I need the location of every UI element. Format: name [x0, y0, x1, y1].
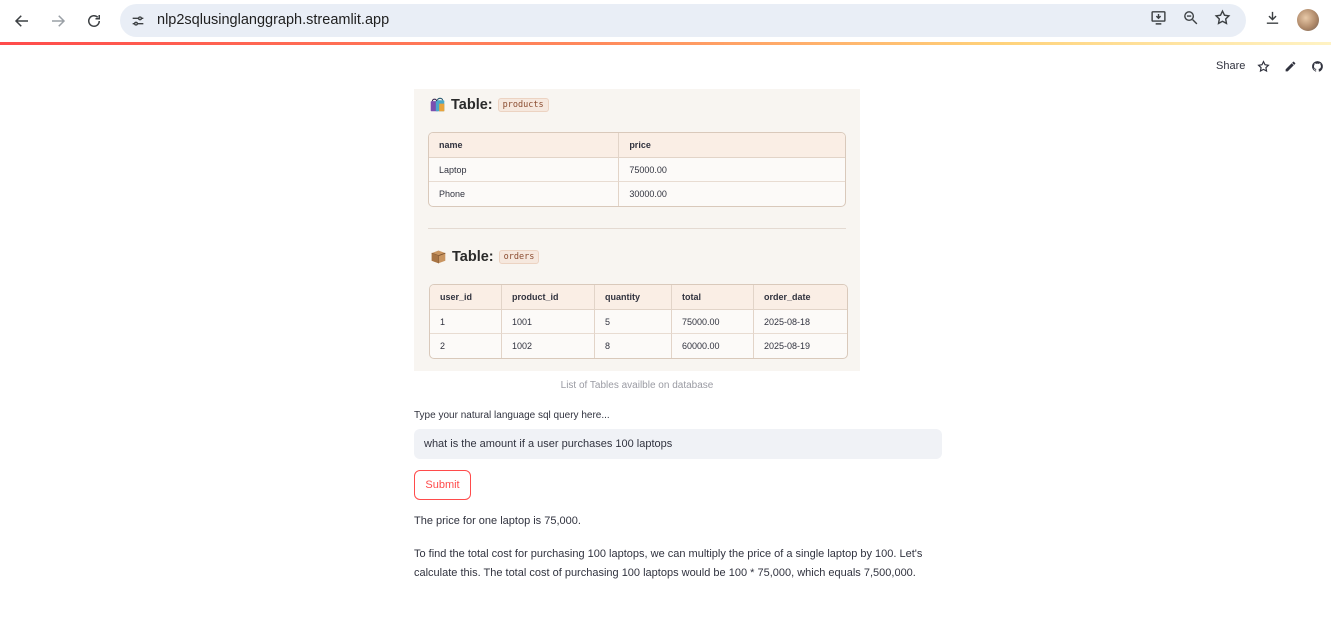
table-cell: 2	[430, 334, 502, 358]
column-header: product_id	[502, 285, 595, 310]
answer-text-line1: The price for one laptop is 75,000.	[414, 515, 581, 527]
browser-toolbar: nlp2sqlusinglanggraph.streamlit.app	[0, 0, 1331, 42]
profile-avatar[interactable]	[1297, 9, 1319, 31]
back-arrow-icon[interactable]	[10, 9, 34, 33]
share-button[interactable]: Share	[1216, 60, 1245, 72]
table-cell: 75000.00	[619, 158, 845, 182]
reload-icon[interactable]	[82, 9, 106, 33]
column-header: total	[672, 285, 754, 310]
column-header: name	[429, 133, 620, 158]
github-icon[interactable]	[1309, 58, 1325, 74]
image-caption: List of Tables availble on database	[560, 380, 714, 391]
orders-table: user_id product_id quantity total order_date…	[429, 284, 848, 359]
table-header-row: name price	[429, 133, 845, 158]
edit-pencil-icon[interactable]	[1282, 58, 1298, 74]
column-header: price	[619, 133, 845, 158]
column-header: order_date	[754, 285, 847, 310]
table-row: Laptop 75000.00	[429, 158, 845, 182]
table-cell: 1002	[502, 334, 595, 358]
star-icon[interactable]	[1255, 58, 1271, 74]
download-icon[interactable]	[1261, 6, 1283, 28]
query-input-label: Type your natural language sql query her…	[414, 410, 610, 421]
table-cell: 30000.00	[629, 189, 667, 199]
table-header-row: user_id product_id quantity total order_date	[430, 285, 847, 310]
table-cell: 1001	[502, 310, 595, 334]
products-table-heading: Table: products	[429, 96, 549, 113]
page-loading-bar	[0, 42, 1331, 45]
table-cell: 8	[595, 334, 672, 358]
table-row: 2 1002 8 60000.00 2025-08-19	[430, 334, 847, 358]
answer-text-line2: To find the total cost for purchasing 10…	[414, 548, 923, 579]
products-heading-text: Table:	[451, 96, 493, 113]
orders-heading-text: Table:	[452, 248, 494, 265]
products-table-name: products	[497, 97, 549, 112]
shopping-bags-icon	[429, 96, 446, 113]
table-cell: 5	[595, 310, 672, 334]
table-cell: 2025-08-19	[764, 341, 811, 351]
products-table: name price Laptop 75000.00 Phone 30000.00	[428, 132, 846, 207]
table-cell: 2025-08-18	[754, 310, 847, 334]
submit-button[interactable]: Submit	[414, 470, 471, 500]
table-cell: Laptop	[429, 158, 620, 182]
section-divider	[428, 228, 846, 229]
orders-table-heading: Table: orders	[430, 248, 540, 265]
table-cell: 75000.00	[672, 310, 754, 334]
site-info-icon[interactable]	[128, 11, 148, 31]
address-bar[interactable]: nlp2sqlusinglanggraph.streamlit.app	[120, 4, 1246, 37]
zoom-icon[interactable]	[1179, 6, 1201, 28]
column-header: quantity	[595, 285, 672, 310]
table-row: 1 1001 5 75000.00 2025-08-18	[430, 310, 847, 334]
package-box-icon	[430, 248, 447, 265]
bookmark-star-icon[interactable]	[1211, 6, 1233, 28]
table-cell: Phone	[429, 182, 620, 206]
column-header: user_id	[430, 285, 502, 310]
install-app-icon[interactable]	[1147, 6, 1169, 28]
table-row: Phone 30000.00	[429, 182, 845, 206]
url-text[interactable]: nlp2sqlusinglanggraph.streamlit.app	[157, 12, 389, 28]
forward-arrow-icon[interactable]	[46, 9, 70, 33]
query-input[interactable]	[414, 429, 942, 459]
table-cell: 1	[430, 310, 502, 334]
orders-table-name: orders	[498, 249, 540, 264]
table-cell: 60000.00	[672, 334, 754, 358]
